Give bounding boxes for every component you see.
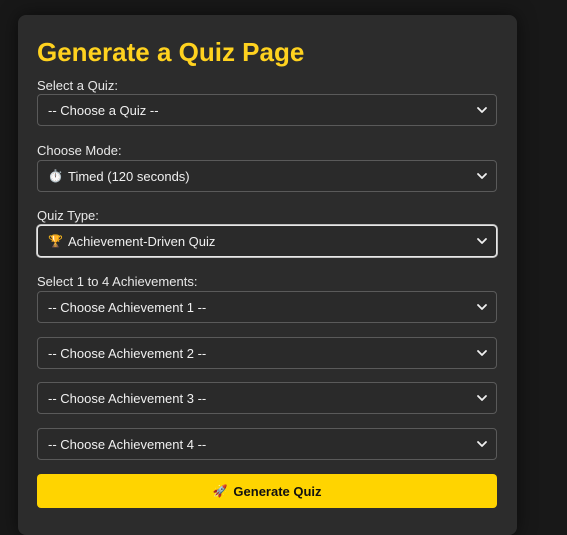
achievement-select-3[interactable]: -- Choose Achievement 3 --: [37, 382, 497, 414]
chevron-down-icon: [476, 235, 488, 247]
mode-select-label: Choose Mode:: [37, 143, 122, 158]
quiz-type-select-value: Achievement-Driven Quiz: [68, 233, 216, 249]
chevron-down-icon: [476, 392, 488, 404]
trophy-icon: 🏆: [48, 234, 63, 248]
quiz-generator-card: Generate a Quiz Page Select a Quiz: -- C…: [18, 15, 517, 535]
rocket-icon: 🚀: [212, 484, 228, 498]
chevron-down-icon: [476, 170, 488, 182]
chevron-down-icon: [476, 347, 488, 359]
achievement-select-4[interactable]: -- Choose Achievement 4 --: [37, 428, 497, 460]
mode-select[interactable]: ⏱️ Timed (120 seconds): [37, 160, 497, 192]
generate-quiz-button-label: Generate Quiz: [233, 483, 322, 499]
achievements-label: Select 1 to 4 Achievements:: [37, 274, 198, 289]
chevron-down-icon: [476, 301, 488, 313]
achievement-select-3-value: -- Choose Achievement 3 --: [48, 390, 207, 406]
achievement-select-1[interactable]: -- Choose Achievement 1 --: [37, 291, 497, 323]
stopwatch-icon: ⏱️: [48, 169, 63, 183]
chevron-down-icon: [476, 438, 488, 450]
quiz-select-label: Select a Quiz:: [37, 78, 118, 93]
generate-quiz-button[interactable]: 🚀 Generate Quiz: [37, 474, 497, 508]
quiz-select-value: -- Choose a Quiz --: [48, 102, 159, 118]
achievement-select-4-value: -- Choose Achievement 4 --: [48, 436, 207, 452]
page-title: Generate a Quiz Page: [37, 37, 305, 67]
achievement-select-1-value: -- Choose Achievement 1 --: [48, 299, 207, 315]
quiz-select[interactable]: -- Choose a Quiz --: [37, 94, 497, 126]
achievement-select-2-value: -- Choose Achievement 2 --: [48, 345, 207, 361]
type-select-label: Quiz Type:: [37, 208, 99, 223]
mode-select-value: Timed (120 seconds): [68, 168, 190, 184]
achievement-select-2[interactable]: -- Choose Achievement 2 --: [37, 337, 497, 369]
quiz-type-select[interactable]: 🏆 Achievement-Driven Quiz: [37, 225, 497, 257]
chevron-down-icon: [476, 104, 488, 116]
